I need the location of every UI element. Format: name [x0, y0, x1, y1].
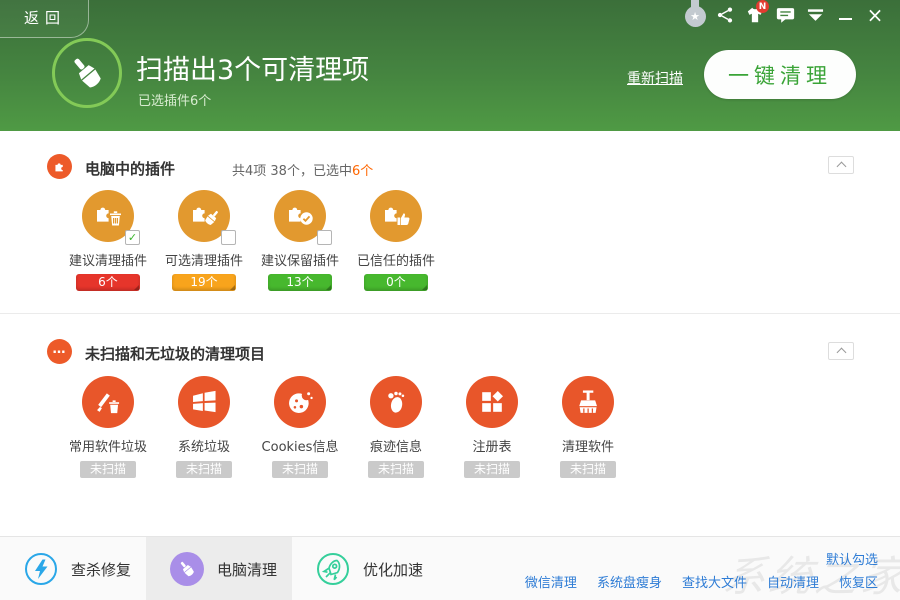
rescan-link[interactable]: 重新扫描 — [627, 68, 683, 88]
ellipsis-bullet-icon: … — [47, 339, 72, 364]
plugin-item-label: 建议清理插件 — [60, 250, 156, 269]
broom-icon — [562, 376, 614, 428]
main-content: 电脑中的插件 共4项 38个，已选中6个 ✓ 建议清理插件 6个 可选清理插件 — [0, 131, 900, 536]
registry-grid-icon — [466, 376, 518, 428]
plugin-item-label: 可选清理插件 — [156, 250, 252, 269]
scan-item-label: 系统垃圾 — [156, 436, 252, 455]
rocket-icon — [316, 552, 350, 586]
plugin-item-trusted[interactable]: 已信任的插件 0个 — [348, 190, 444, 291]
puzzle-check-icon — [274, 190, 326, 242]
skin-icon[interactable] — [800, 0, 830, 26]
collapse-plugins-button[interactable] — [828, 156, 854, 174]
scan-item-traces[interactable]: 痕迹信息 未扫描 — [348, 376, 444, 478]
unscanned-badge: 未扫描 — [368, 461, 424, 478]
plugin-count-badge[interactable]: 0个 — [364, 274, 428, 291]
selected-plugins-subtitle: 已选插件6个 — [138, 90, 211, 109]
scan-items-row: 常用软件垃圾 未扫描 系统垃圾 未扫描 Cookies信息 未扫描 — [60, 376, 636, 478]
plugin-checkbox[interactable] — [317, 230, 332, 245]
plugins-section-title: 电脑中的插件 — [85, 158, 175, 179]
plugin-checkbox[interactable]: ✓ — [125, 230, 140, 245]
unscanned-badge: 未扫描 — [176, 461, 232, 478]
share-icon[interactable] — [710, 0, 740, 26]
scan-item-registry[interactable]: 注册表 未扫描 — [444, 376, 540, 478]
footer-bar: 查杀修复 电脑清理 优化加速 默认勾选 微信清理 系统盘瘦身 查找大文件 自动清… — [0, 536, 900, 600]
puzzle-trash-icon: ✓ — [82, 190, 134, 242]
tab-scan-repair[interactable]: 查杀修复 — [0, 537, 146, 600]
back-button[interactable]: 返回 — [0, 0, 89, 38]
link-recovery-zone[interactable]: 恢复区 — [839, 572, 878, 591]
scan-item-label: 注册表 — [444, 436, 540, 455]
notification-badge: N — [756, 0, 769, 13]
scan-item-label: 清理软件 — [540, 436, 636, 455]
scan-item-system-junk[interactable]: 系统垃圾 未扫描 — [156, 376, 252, 478]
default-check-link[interactable]: 默认勾选 — [826, 549, 878, 568]
scan-item-software-junk[interactable]: 常用软件垃圾 未扫描 — [60, 376, 156, 478]
link-wechat-clean[interactable]: 微信清理 — [525, 572, 577, 591]
scan-item-label: Cookies信息 — [252, 436, 348, 455]
chat-icon[interactable] — [770, 0, 800, 26]
titlebar: ★ N × — [680, 0, 890, 28]
tab-label: 查杀修复 — [71, 559, 131, 580]
scan-result-title: 扫描出3个可清理项 — [136, 48, 369, 87]
shirt-icon[interactable]: N — [740, 0, 770, 26]
plugin-item-suggest-keep[interactable]: 建议保留插件 13个 — [252, 190, 348, 291]
puzzle-thumbsup-icon — [370, 190, 422, 242]
lightning-icon — [24, 552, 58, 586]
app-window: 返回 扫描出3个可清理项 已选插件6个 重新扫描 一键清理 ★ N — [0, 0, 900, 600]
selected-count-highlight: 6个 — [352, 164, 373, 179]
windows-icon — [178, 376, 230, 428]
plugins-section-stats: 共4项 38个，已选中6个 — [232, 160, 373, 179]
chevron-up-icon — [836, 162, 846, 172]
footer-links: 微信清理 系统盘瘦身 查找大文件 自动清理 恢复区 — [525, 572, 878, 591]
chevron-up-icon — [836, 348, 846, 358]
tab-label: 优化加速 — [363, 559, 423, 580]
medal-icon[interactable]: ★ — [680, 0, 710, 26]
link-auto-clean[interactable]: 自动清理 — [767, 572, 819, 591]
plugin-count-badge[interactable]: 6个 — [76, 274, 140, 291]
unscanned-badge: 未扫描 — [272, 461, 328, 478]
cookie-icon — [274, 376, 326, 428]
scan-item-cleanup-software[interactable]: 清理软件 未扫描 — [540, 376, 636, 478]
tab-label: 电脑清理 — [217, 559, 277, 580]
plugin-checkbox[interactable] — [221, 230, 236, 245]
section-divider — [0, 313, 900, 314]
plugin-item-optional-clean[interactable]: 可选清理插件 19个 — [156, 190, 252, 291]
plugin-item-suggest-clean[interactable]: ✓ 建议清理插件 6个 — [60, 190, 156, 291]
header: 返回 扫描出3个可清理项 已选插件6个 重新扫描 一键清理 ★ N — [0, 0, 900, 131]
tab-speedup[interactable]: 优化加速 — [292, 537, 438, 600]
plugin-item-label: 已信任的插件 — [348, 250, 444, 269]
link-disk-slim[interactable]: 系统盘瘦身 — [597, 572, 662, 591]
footer-tabs: 查杀修复 电脑清理 优化加速 — [0, 537, 438, 600]
scan-item-label: 痕迹信息 — [348, 436, 444, 455]
puzzle-bullet-icon — [47, 154, 72, 179]
unscanned-badge: 未扫描 — [560, 461, 616, 478]
footprint-icon — [370, 376, 422, 428]
clean-brush-icon — [52, 38, 122, 108]
collapse-unscanned-button[interactable] — [828, 342, 854, 360]
scan-item-label: 常用软件垃圾 — [60, 436, 156, 455]
unscanned-section-title: 未扫描和无垃圾的清理项目 — [85, 343, 265, 364]
plugin-item-label: 建议保留插件 — [252, 250, 348, 269]
close-icon[interactable]: × — [860, 0, 890, 26]
minimize-icon[interactable] — [830, 0, 860, 26]
tools-trash-icon — [82, 376, 134, 428]
plugin-items-row: ✓ 建议清理插件 6个 可选清理插件 19个 建议保留插件 13个 — [60, 190, 444, 291]
link-find-large-files[interactable]: 查找大文件 — [682, 572, 747, 591]
unscanned-badge: 未扫描 — [464, 461, 520, 478]
puzzle-broom-icon — [178, 190, 230, 242]
scan-item-cookies[interactable]: Cookies信息 未扫描 — [252, 376, 348, 478]
one-click-clean-button[interactable]: 一键清理 — [704, 50, 856, 99]
plugin-count-badge[interactable]: 19个 — [172, 274, 236, 291]
plugin-count-badge[interactable]: 13个 — [268, 274, 332, 291]
tab-pc-clean[interactable]: 电脑清理 — [146, 537, 292, 600]
unscanned-badge: 未扫描 — [80, 461, 136, 478]
brush-icon — [170, 552, 204, 586]
